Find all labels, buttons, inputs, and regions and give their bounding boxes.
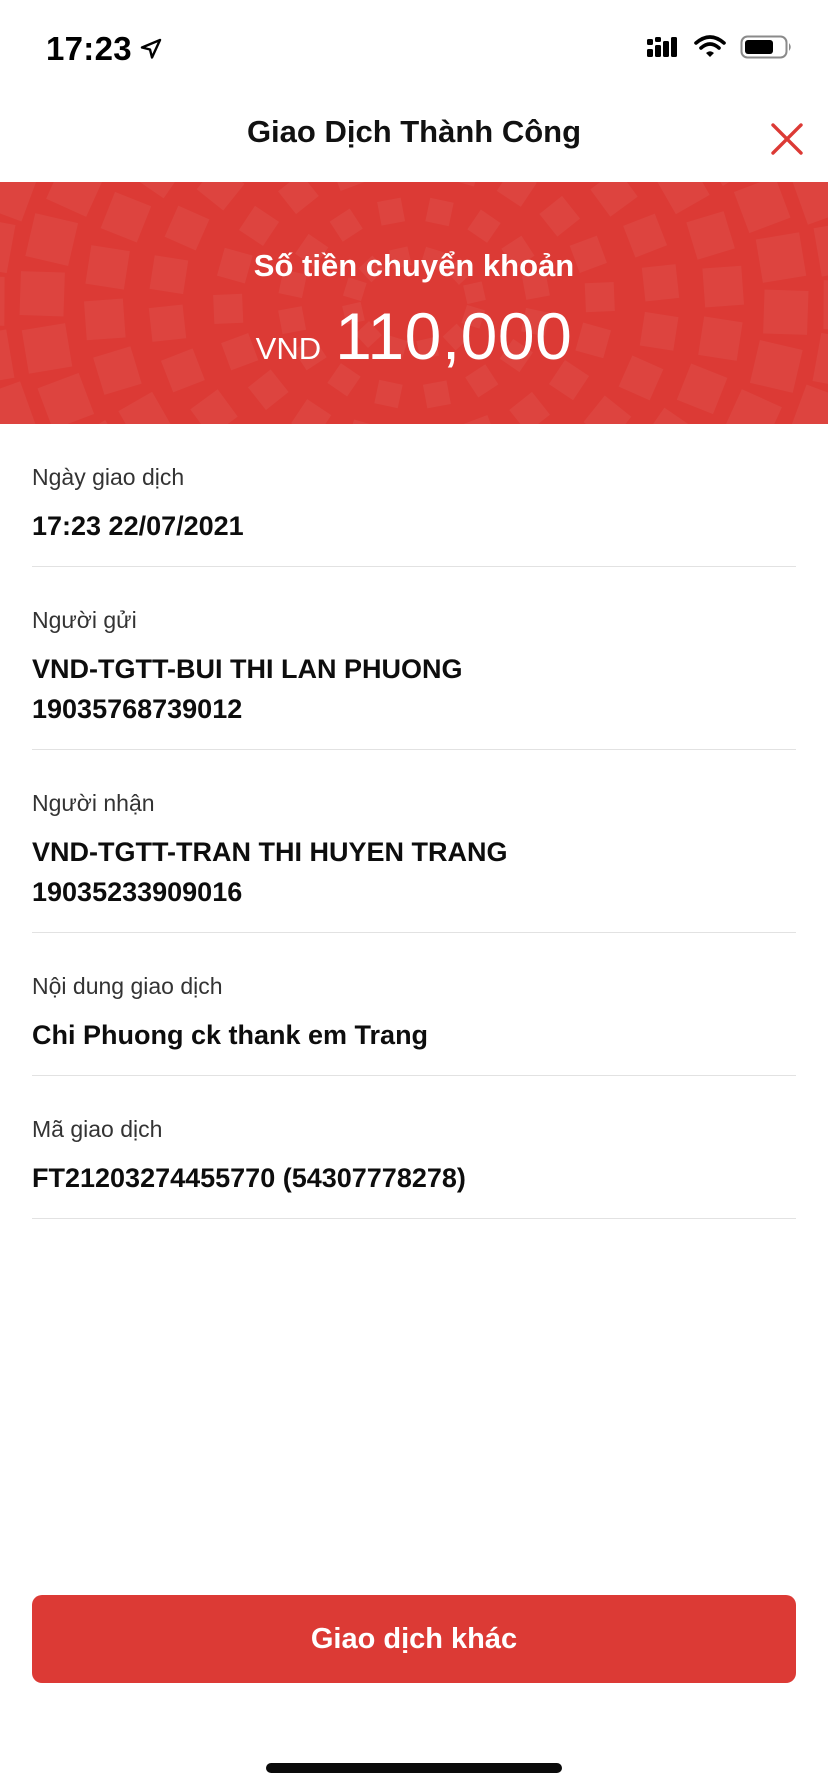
detail-row: Ngày giao dịch 17:23 22/07/2021 [32, 424, 796, 567]
detail-value: VND-TGTT-BUI THI LAN PHUONG [32, 654, 463, 684]
location-arrow-icon [140, 38, 162, 59]
detail-row: Người gửi VND-TGTT-BUI THI LAN PHUONG 1903… [32, 567, 796, 750]
close-icon [771, 123, 803, 155]
close-button[interactable] [764, 116, 810, 162]
detail-row: Nội dung giao dịch Chi Phuong ck thank em… [32, 933, 796, 1076]
detail-value: 19035768739012 [32, 694, 243, 724]
other-transaction-button[interactable]: Giao dịch khác [32, 1595, 796, 1683]
amount-value: 110,000 [335, 299, 573, 373]
battery-icon [740, 35, 791, 59]
detail-label: Mã giao dịch [32, 1116, 163, 1142]
detail-row: Người nhận VND-TGTT-TRAN THI HUYEN TRANG 1… [32, 750, 796, 933]
status-icons [646, 34, 794, 60]
transaction-details: Ngày giao dịch 17:23 22/07/2021 Người gửi V… [32, 424, 796, 1219]
detail-label: Người gửi [32, 607, 137, 633]
detail-value: 19035233909016 [32, 877, 243, 907]
amount-currency: VND [255, 331, 322, 366]
detail-row: Mã giao dịch FT21203274455770 (5430777827… [32, 1076, 796, 1219]
status-time: 17:23 [46, 30, 162, 68]
amount-banner: Số tiền chuyển khoản VND 110,000 [0, 182, 828, 424]
amount-display: VND 110,000 [0, 298, 828, 374]
detail-value: FT21203274455770 (54307778278) [32, 1163, 466, 1193]
detail-value: Chi Phuong ck thank em Trang [32, 1020, 429, 1050]
page-title: Giao Dịch Thành Công [246, 114, 582, 149]
detail-label: Ngày giao dịch [32, 464, 185, 490]
header: Giao Dịch Thành Công [0, 96, 828, 182]
status-time-text: 17:23 [46, 30, 132, 67]
status-bar: 17:23 [0, 0, 828, 96]
detail-label: Nội dung giao dịch [32, 973, 223, 999]
wifi-icon [694, 35, 726, 57]
home-indicator [266, 1763, 562, 1773]
detail-value: 17:23 22/07/2021 [32, 511, 244, 541]
cellular-signal-icon [647, 37, 677, 57]
detail-value: VND-TGTT-TRAN THI HUYEN TRANG [32, 837, 508, 867]
amount-label: Số tiền chuyển khoản [253, 248, 575, 283]
detail-label: Người nhận [32, 790, 155, 816]
